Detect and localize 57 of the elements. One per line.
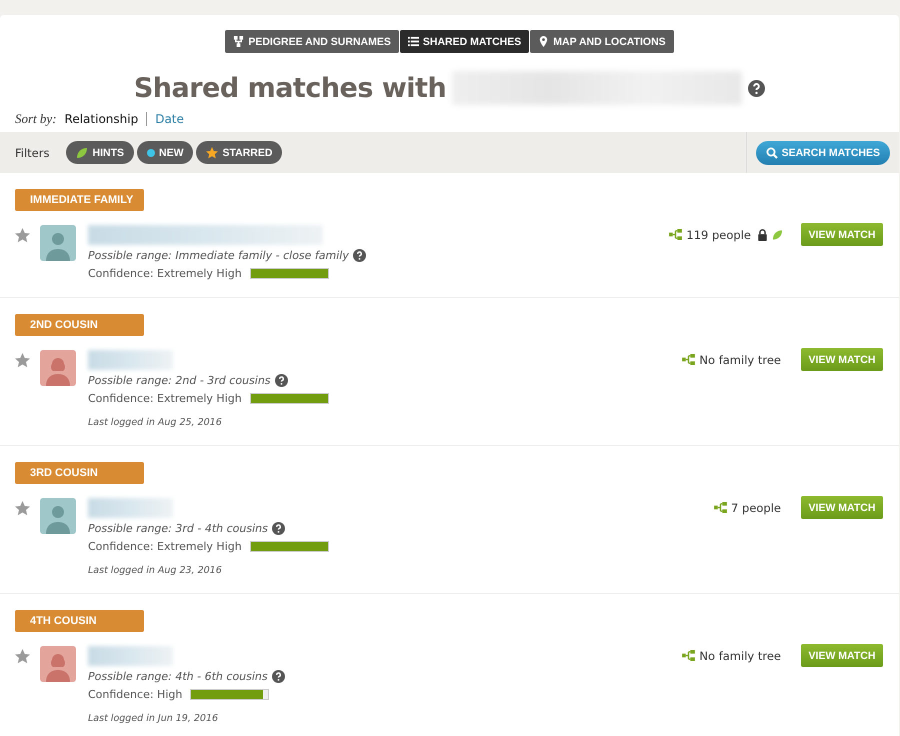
sort-label: Sort by: bbox=[15, 111, 57, 127]
star-icon bbox=[206, 146, 218, 158]
relationship-tag: 3RD COUSIN bbox=[15, 462, 144, 484]
sort-option[interactable]: Date bbox=[155, 112, 184, 126]
filter-chip[interactable]: NEW bbox=[136, 141, 194, 164]
location-pin-icon bbox=[538, 36, 550, 47]
confidence-text: Confidence: Extremely High bbox=[88, 392, 242, 404]
possible-range-text: Possible range: 2nd - 3rd cousins bbox=[88, 374, 271, 386]
tree-icon bbox=[682, 650, 696, 661]
nav-tab[interactable]: MAP AND LOCATIONS bbox=[530, 30, 674, 53]
leaf-icon bbox=[772, 228, 783, 240]
last-login-text: Last logged in Jun 19, 2016 bbox=[88, 712, 220, 726]
possible-range-text: Possible range: 3rd - 4th cousins bbox=[88, 522, 268, 534]
dot-icon bbox=[146, 148, 155, 156]
star-icon[interactable] bbox=[15, 649, 30, 664]
person-avatar-icon bbox=[40, 225, 76, 261]
female-avatar-icon bbox=[40, 646, 76, 682]
last-login-text: Last logged in Aug 23, 2016 bbox=[88, 564, 223, 578]
search-matches-button[interactable]: SEARCH MATCHES bbox=[756, 140, 890, 164]
last-login-text: Last logged in Aug 25, 2016 bbox=[88, 416, 223, 430]
confidence-text: Confidence: Extremely High bbox=[88, 266, 242, 280]
tree-icon bbox=[714, 502, 728, 513]
family-tree-text: No family tree bbox=[699, 648, 781, 662]
tree-icon bbox=[669, 229, 682, 240]
help-icon[interactable] bbox=[352, 248, 366, 262]
possible-range-text: Possible range: Immediate family - close family bbox=[88, 248, 349, 262]
star-icon[interactable] bbox=[15, 353, 30, 368]
star-icon[interactable] bbox=[15, 228, 30, 243]
filter-chip[interactable]: HINTS bbox=[66, 141, 134, 164]
family-tree-text: 119 people bbox=[686, 228, 751, 242]
page-title: Shared matches with bbox=[134, 72, 446, 104]
pedigree-icon bbox=[233, 36, 244, 47]
search-icon bbox=[766, 146, 778, 158]
family-tree-text: 7 people bbox=[731, 500, 781, 514]
relationship-tag: 2ND COUSIN bbox=[15, 314, 144, 336]
filter-chip[interactable]: STARRED bbox=[196, 141, 282, 164]
help-icon[interactable] bbox=[272, 522, 285, 534]
confidence-text: Confidence: Extremely High bbox=[88, 540, 242, 552]
possible-range-text: Possible range: 4th - 6th cousins bbox=[88, 670, 268, 682]
nav-tab[interactable]: SHARED MATCHES bbox=[400, 30, 530, 53]
lock-icon bbox=[757, 228, 768, 240]
list-icon bbox=[408, 36, 419, 47]
female-avatar-icon bbox=[40, 350, 76, 386]
relationship-tag: IMMEDIATE FAMILY bbox=[15, 189, 144, 211]
help-icon[interactable] bbox=[274, 374, 288, 386]
nav-tab[interactable]: PEDIGREE AND SURNAMES bbox=[225, 30, 399, 53]
help-icon[interactable] bbox=[748, 80, 766, 96]
help-icon[interactable] bbox=[272, 670, 285, 682]
confidence-text: Confidence: High bbox=[88, 688, 182, 700]
sort-option[interactable]: Relationship bbox=[64, 112, 138, 126]
person-avatar-icon bbox=[40, 498, 76, 534]
star-icon[interactable] bbox=[15, 501, 30, 516]
filters-label: Filters bbox=[15, 146, 50, 160]
relationship-tag: 4TH COUSIN bbox=[15, 610, 144, 632]
family-tree-text: No family tree bbox=[699, 352, 781, 366]
leaf-icon bbox=[76, 146, 88, 158]
tree-icon bbox=[682, 354, 696, 365]
